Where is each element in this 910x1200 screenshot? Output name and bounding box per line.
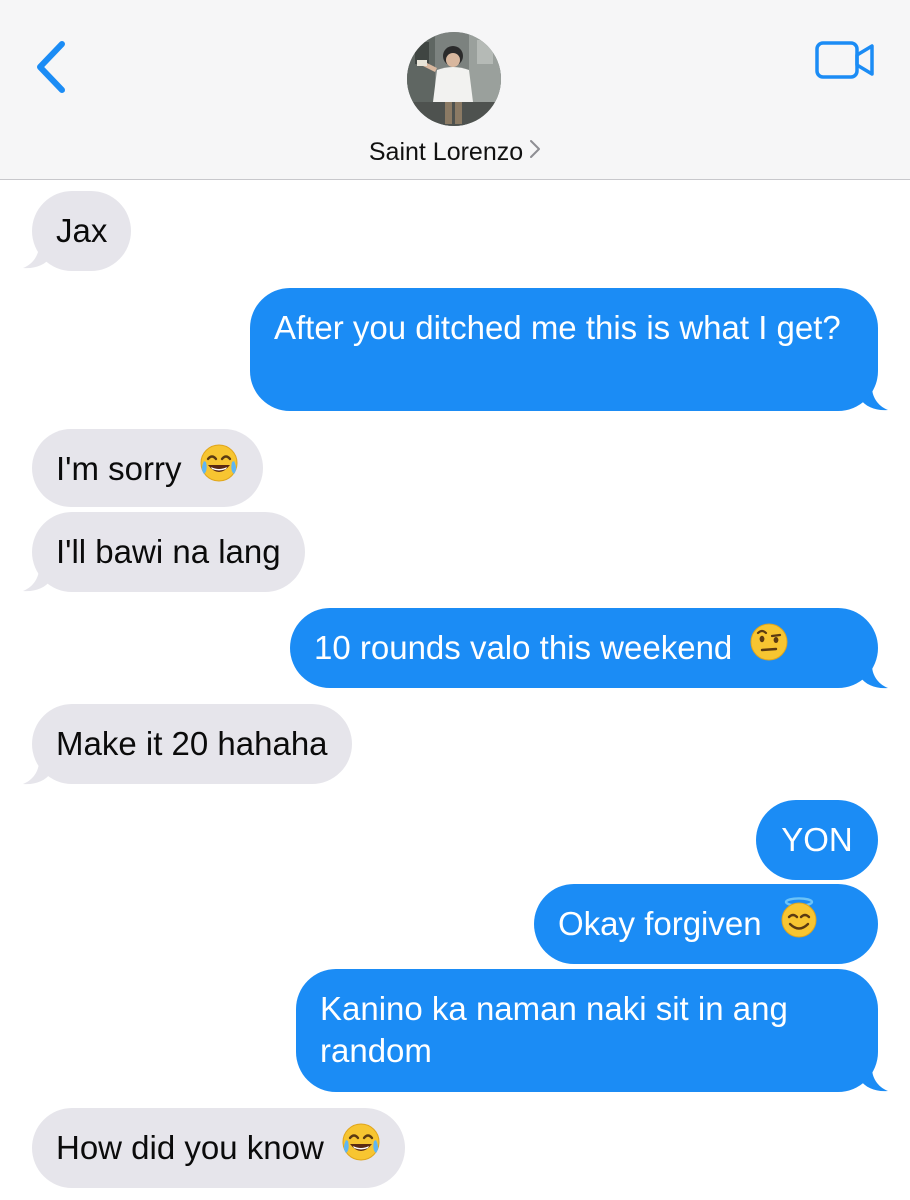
message-bubble-incoming[interactable]: I'm sorry <box>32 429 263 507</box>
message-text: Make it 20 hahaha <box>56 725 328 762</box>
chevron-right-icon <box>529 137 541 166</box>
message-bubble-outgoing[interactable]: 10 rounds valo this weekend <box>290 608 878 688</box>
message-text: YON <box>781 821 853 858</box>
message-bubble-outgoing[interactable]: After you ditched me this is what I get? <box>250 288 878 411</box>
conversation-header: Saint Lorenzo <box>0 0 910 180</box>
message-bubble-outgoing[interactable]: Okay forgiven <box>534 884 878 964</box>
face-with-tears-of-joy-icon <box>199 443 239 493</box>
message-bubble-outgoing[interactable]: YON <box>756 800 878 880</box>
contact-name-button[interactable]: Saint Lorenzo <box>0 138 910 167</box>
avatar-photo <box>407 32 501 126</box>
message-thread[interactable]: Jax After you ditched me this is what I … <box>0 181 910 1200</box>
contact-name: Saint Lorenzo <box>368 138 524 166</box>
message-bubble-incoming[interactable]: How did you know <box>32 1108 405 1188</box>
back-button[interactable] <box>28 38 76 96</box>
message-bubble-outgoing[interactable]: Kanino ka naman naki sit in ang random <box>296 969 878 1092</box>
chevron-left-icon <box>37 41 65 93</box>
message-bubble-incoming[interactable]: I'll bawi na lang <box>32 512 305 592</box>
video-camera-icon <box>815 41 874 79</box>
message-text: After you ditched me this is what I get? <box>274 309 841 346</box>
smiling-face-with-halo-icon <box>779 897 819 949</box>
message-text: How did you know <box>56 1129 324 1166</box>
message-text: 10 rounds valo this weekend <box>314 629 733 666</box>
message-text: Okay forgiven <box>558 905 762 942</box>
message-bubble-incoming[interactable]: Make it 20 hahaha <box>32 704 352 784</box>
video-call-button[interactable] <box>814 40 876 80</box>
message-text: I'll bawi na lang <box>56 533 281 570</box>
face-with-tears-of-joy-icon <box>341 1122 381 1172</box>
message-text: Jax <box>56 212 108 249</box>
message-text: Kanino ka naman naki sit in ang random <box>320 990 788 1069</box>
face-with-raised-eyebrow-icon <box>749 622 789 672</box>
message-text: I'm sorry <box>56 450 182 487</box>
message-bubble-incoming[interactable]: Jax <box>32 191 132 271</box>
contact-avatar[interactable] <box>407 32 501 126</box>
